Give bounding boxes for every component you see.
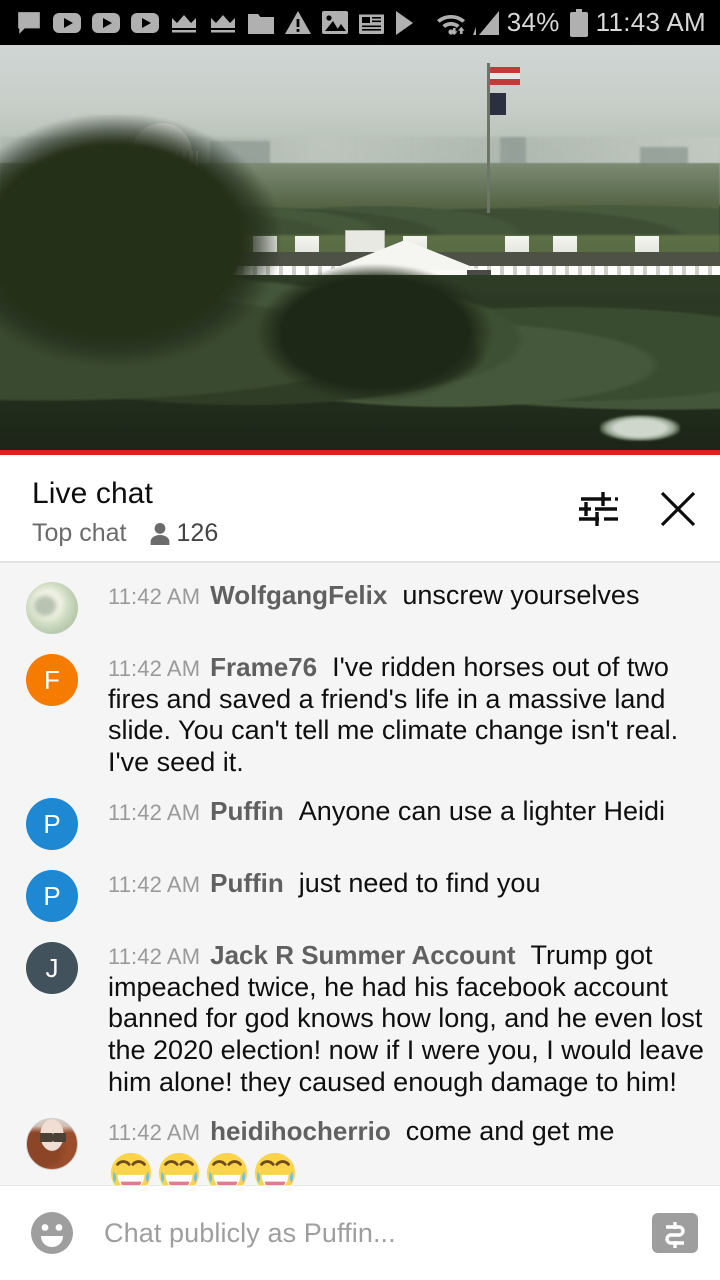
clock-label: 11:43 AM	[595, 7, 706, 37]
chat-message[interactable]: 11:42 AM WolfgangFelix unscrew yourselves	[0, 571, 720, 643]
fountain	[600, 415, 680, 441]
avatar[interactable]: J	[26, 942, 78, 995]
play-store-icon	[396, 10, 413, 35]
message-timestamp: 11:42 AM	[108, 1120, 201, 1146]
message-timestamp: 11:42 AM	[108, 656, 201, 681]
avatar-initial: P	[43, 880, 61, 911]
message-author[interactable]: Frame76	[210, 652, 317, 682]
status-bar-system-icons: 34% 11:43 AM	[435, 7, 706, 38]
dollar-icon[interactable]	[652, 1213, 698, 1253]
live-chat-header: Live chat Top chat 126	[0, 455, 720, 562]
news-icon	[359, 11, 384, 34]
message-author[interactable]: Puffin	[210, 868, 284, 898]
status-bar-notification-icons	[16, 10, 435, 36]
person-icon	[150, 522, 169, 545]
viewer-count-group: 126	[149, 519, 219, 548]
message-timestamp: 11:42 AM	[108, 800, 201, 826]
message-timestamp: 11:42 AM	[108, 584, 201, 609]
video-player[interactable]	[0, 45, 720, 455]
chat-message-body: 11:42 AM WolfgangFelix unscrew yourselves	[108, 580, 704, 612]
secondary-flag-icon	[490, 93, 506, 115]
message-timestamp: 11:42 AM	[108, 944, 201, 970]
joy-emoji-icon	[206, 1152, 248, 1185]
folder-icon	[248, 13, 274, 34]
signal-icon	[472, 10, 499, 35]
youtube-icon	[92, 12, 120, 33]
joy-emoji-icon	[110, 1152, 152, 1185]
chat-message[interactable]: F 11:42 AM Frame76 I've ridden horses out…	[0, 643, 720, 787]
avatar-initial: F	[44, 664, 60, 695]
chat-message-body: 11:42 AM Frame76 I've ridden horses out o…	[108, 652, 704, 778]
avatar[interactable]: P	[26, 870, 78, 923]
chat-input-bar: Chat publicly as Puffin...	[0, 1185, 720, 1280]
message-author[interactable]: Jack R Summer Account	[210, 940, 515, 970]
message-author[interactable]: WolfgangFelix	[210, 580, 387, 610]
chat-message[interactable]: P 11:42 AM Puffin just need to find you	[0, 859, 720, 931]
crown-icon	[211, 14, 235, 32]
chat-message-body: 11:42 AM Puffin just need to find you	[108, 868, 704, 900]
message-text: Anyone can use a lighter Heidi	[298, 796, 666, 827]
message-emoji-row	[108, 1150, 704, 1185]
live-chat-header-actions	[576, 477, 700, 531]
viewer-count-label: 126	[176, 519, 219, 547]
american-flag-icon	[490, 67, 520, 85]
youtube-live-chat-screen: 34% 11:43 AM Live chat Top chat 126 11:4…	[0, 0, 720, 1280]
youtube-icon	[131, 12, 159, 33]
flag-pole	[487, 63, 490, 213]
battery-icon	[569, 8, 588, 37]
message-author[interactable]: heidihocherrio	[210, 1116, 391, 1146]
battery-percent-label: 34%	[506, 7, 560, 37]
message-text: just need to find you	[298, 868, 541, 899]
chat-message[interactable]: P 11:42 AM Puffin Anyone can use a lighte…	[0, 787, 720, 859]
wifi-icon	[436, 14, 465, 35]
chat-message-body: 11:42 AM Jack R Summer Account Trump got …	[108, 940, 704, 1098]
image-icon	[322, 11, 348, 34]
tune-icon[interactable]	[576, 487, 620, 531]
avatar[interactable]: F	[26, 654, 78, 706]
joy-emoji-icon	[158, 1152, 200, 1185]
chat-message-body: 11:42 AM Puffin Anyone can use a lighter …	[108, 796, 704, 828]
avatar[interactable]	[26, 582, 78, 634]
youtube-icon	[53, 12, 81, 33]
avatar-initial: J	[45, 952, 59, 983]
live-chat-title: Live chat	[32, 477, 153, 510]
chat-mode-label[interactable]: Top chat	[32, 519, 127, 548]
avatar[interactable]	[26, 1118, 78, 1171]
message-text: come and get me	[405, 1116, 615, 1147]
live-chat-header-titles: Live chat Top chat 126	[32, 477, 576, 548]
avatar[interactable]: P	[26, 798, 78, 851]
message-icon	[18, 11, 40, 34]
close-icon[interactable]	[656, 487, 700, 531]
chat-input-field[interactable]: Chat publicly as Puffin...	[104, 1218, 652, 1249]
foreground-tree	[0, 115, 280, 365]
message-text: unscrew yourselves	[402, 580, 640, 610]
chat-message[interactable]: 11:42 AM heidihocherrio come and get me	[0, 1107, 720, 1185]
status-bar: 34% 11:43 AM	[0, 0, 720, 45]
live-chat-subheader: Top chat 126	[32, 519, 576, 548]
warning-icon	[285, 11, 311, 34]
joy-emoji-icon	[254, 1152, 296, 1185]
chat-message-list[interactable]: 11:42 AM WolfgangFelix unscrew yourselves…	[0, 563, 720, 1185]
chat-message-body: 11:42 AM heidihocherrio come and get me	[108, 1116, 704, 1185]
foreground-tree	[255, 263, 495, 403]
crown-icon	[172, 14, 196, 32]
message-timestamp: 11:42 AM	[108, 872, 201, 898]
smiley-icon[interactable]	[28, 1209, 76, 1257]
message-author[interactable]: Puffin	[210, 796, 284, 826]
chat-message[interactable]: J 11:42 AM Jack R Summer Account Trump go…	[0, 931, 720, 1107]
avatar-initial: P	[43, 808, 61, 839]
